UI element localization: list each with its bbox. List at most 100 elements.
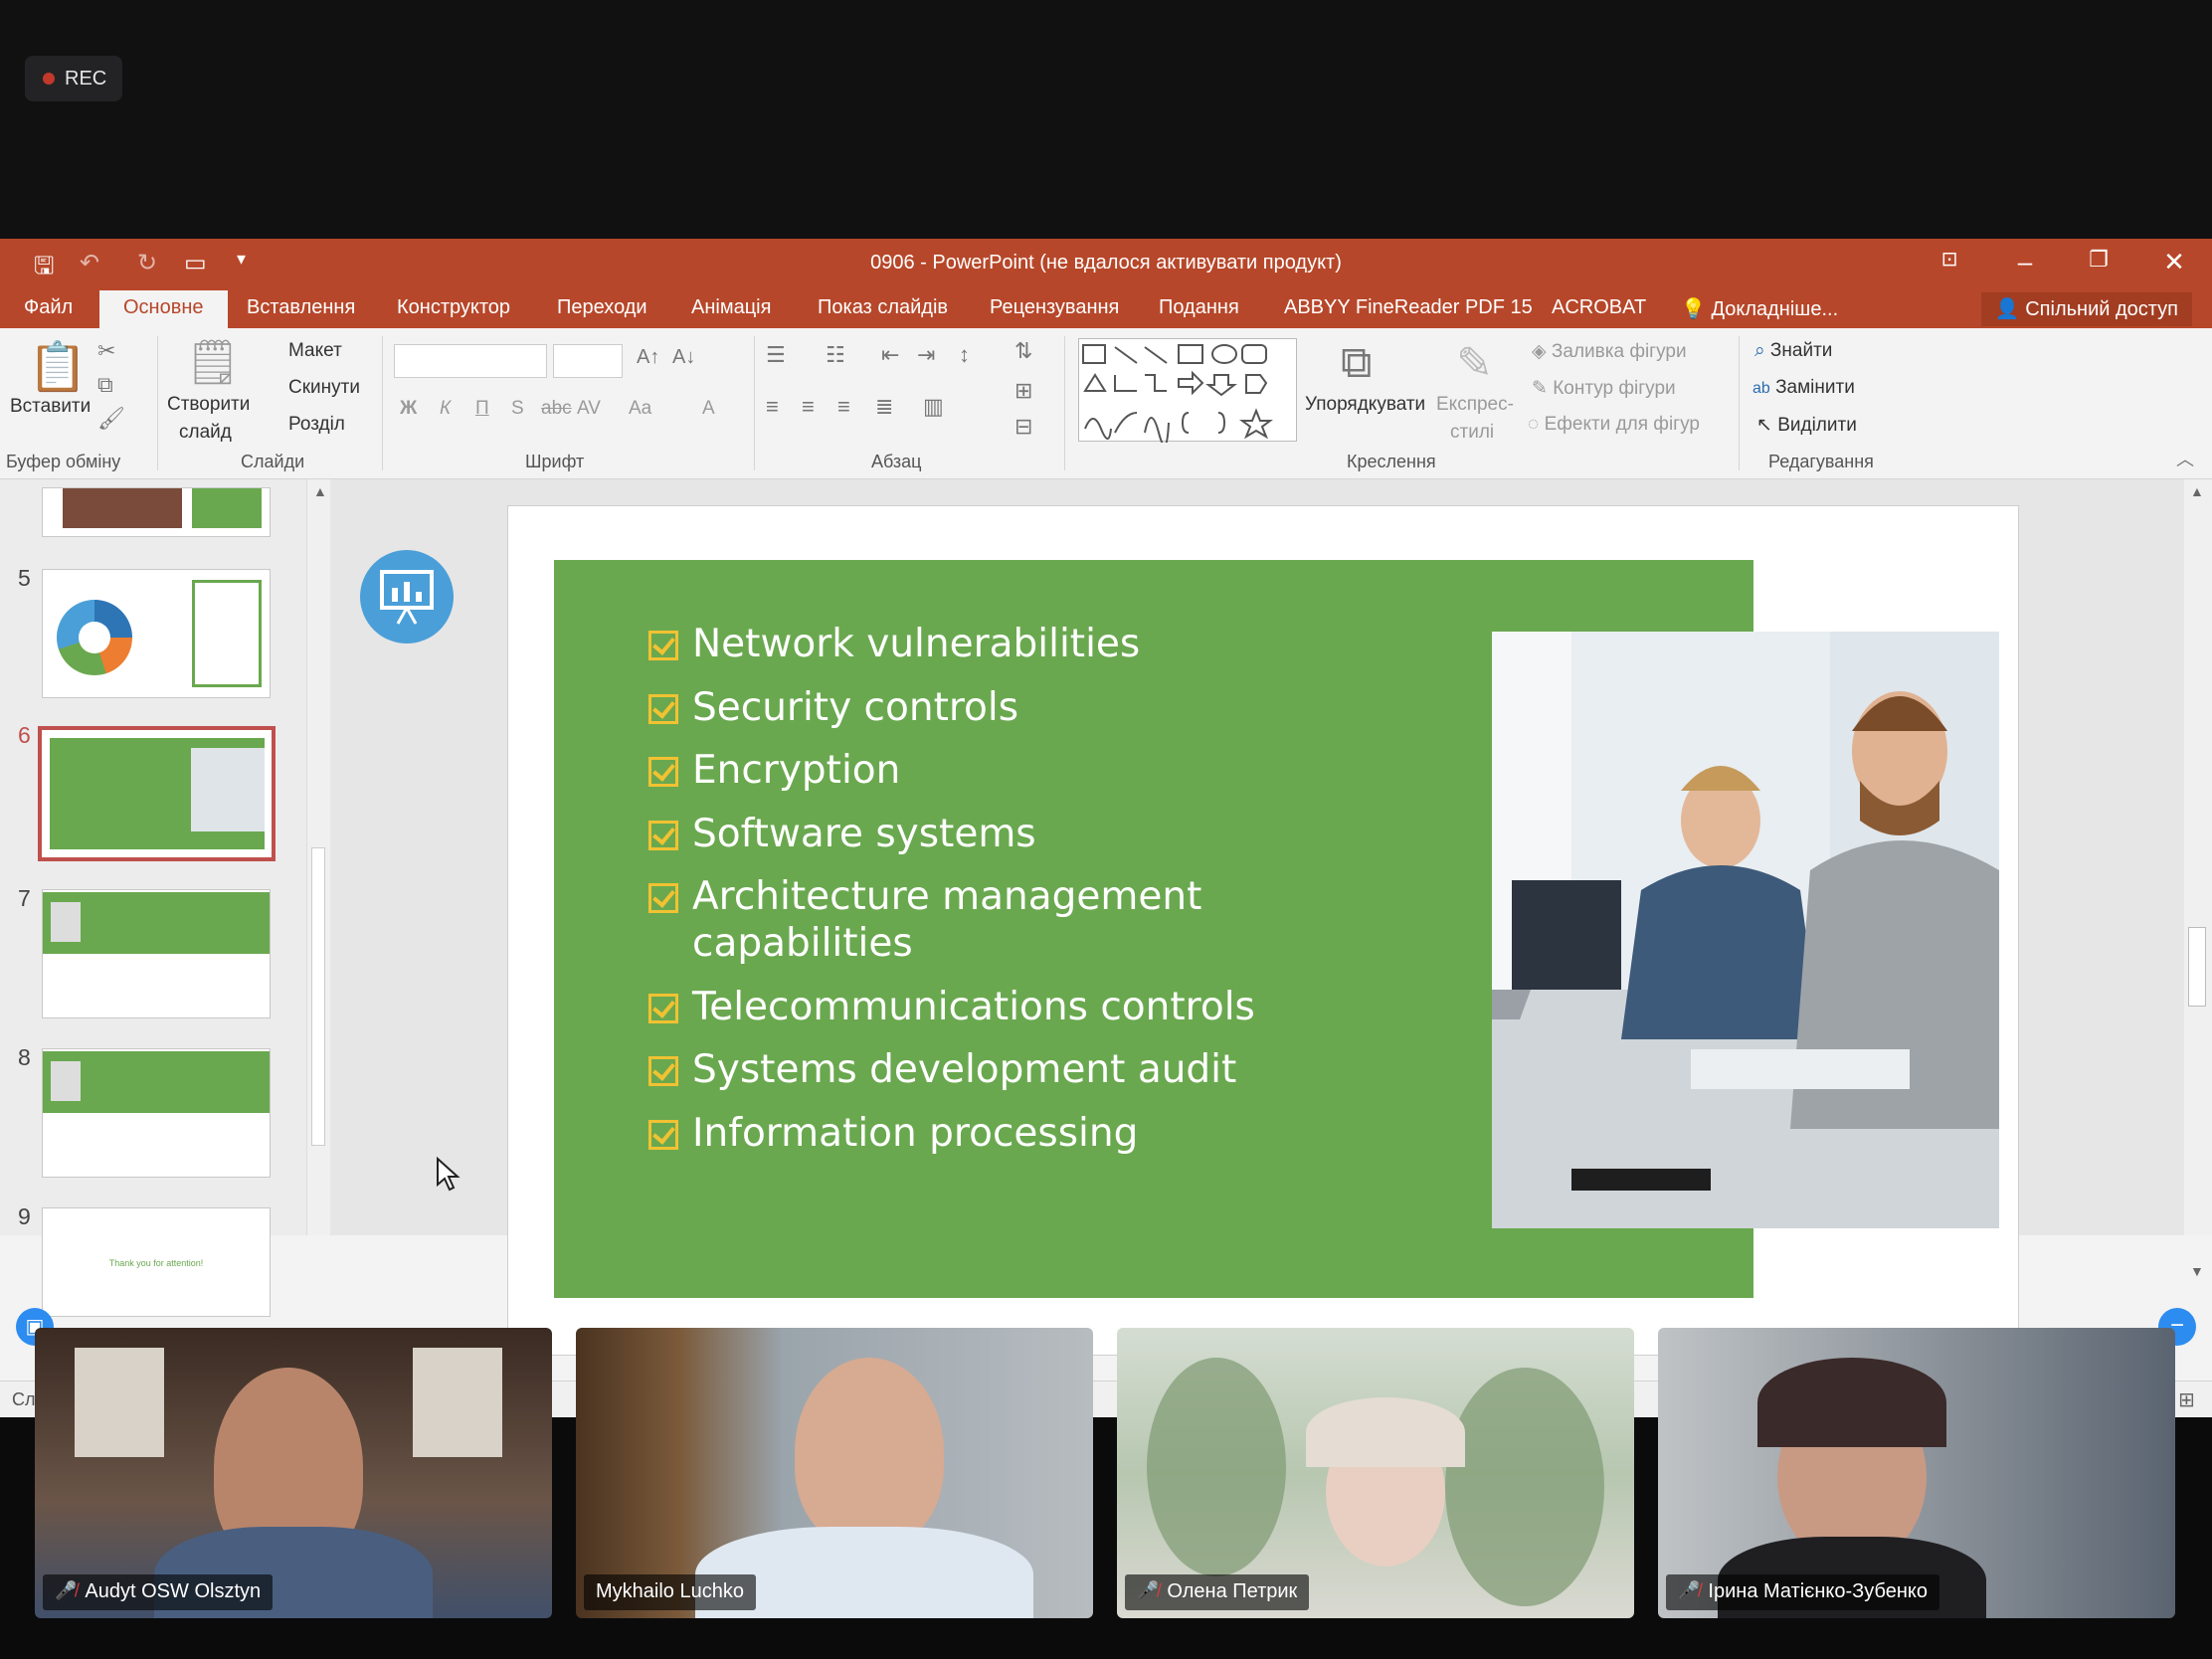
shape-effects-button[interactable]: ◌ Ефекти для фігур [1528,414,1700,436]
effects-icon: ◌ [1528,414,1540,435]
presenter-chart-icon [360,550,454,644]
shape-effects-label: Ефекти для фігур [1544,414,1700,435]
slide-thumbnail-5[interactable] [42,569,271,698]
columns-icon[interactable]: ▥ [923,394,944,420]
paste-icon[interactable]: 📋 [28,338,88,395]
replace-button[interactable]: ab Замінити [1752,377,1855,399]
quick-styles-button-line2[interactable]: стилі [1450,422,1494,444]
video-tile[interactable]: 🎤̸ Ірина Матієнко-Зубенко [1658,1328,2175,1618]
quick-styles-icon[interactable]: ✎ [1456,338,1493,389]
change-case-button[interactable]: Aa [629,398,651,420]
slide-scrollbar[interactable]: ▲ ▼ [2184,479,2212,1279]
recording-label: REC [65,67,107,90]
video-tile[interactable]: Mykhailo Luchko [576,1328,1093,1618]
underline-button[interactable]: П [475,398,489,420]
tab-view[interactable]: Подання [1159,296,1239,319]
bullet-text: Information processing [692,1111,1139,1156]
align-center-icon[interactable]: ≡ [802,394,815,420]
restore-button[interactable]: ❐ [2079,247,2119,273]
tab-review[interactable]: Рецензування [990,296,1119,319]
participant-name: Mykhailo Luchko [596,1580,744,1602]
align-left-icon[interactable]: ≡ [766,394,779,420]
shrink-font-icon[interactable]: A↓ [672,346,695,369]
font-size-input[interactable] [553,344,623,378]
new-slide-icon[interactable]: 🗒 [185,336,241,388]
divider [754,336,755,470]
slide-thumbnail-6-selected[interactable] [38,726,276,861]
char-spacing-button[interactable]: AV [577,398,601,420]
participant-name-tag: Mykhailo Luchko [584,1574,756,1610]
tab-tell-me[interactable]: 💡 Докладніше... [1681,296,1838,321]
tab-transitions[interactable]: Переходи [557,296,647,319]
ribbon-display-options-icon[interactable]: ⊡ [1930,247,1969,272]
shape-outline-button[interactable]: ✎ Контур фігури [1532,377,1676,400]
tab-design[interactable]: Конструктор [397,296,510,319]
shape-fill-button[interactable]: ◈ Заливка фігури [1532,340,1687,363]
grow-font-icon[interactable]: A↑ [637,346,659,369]
scroll-down-icon[interactable]: ▼ [2190,1263,2204,1279]
slide-thumbnail-9[interactable]: Thank you for attention! [42,1207,271,1317]
new-slide-button-line2[interactable]: слайд [179,422,232,444]
shadow-button[interactable]: S [511,398,524,420]
tab-file[interactable]: Файл [24,296,73,319]
select-button[interactable]: ↖ Виділити [1756,414,1857,437]
justify-icon[interactable]: ≣ [875,394,893,420]
section-button[interactable]: Розділ [288,414,345,436]
align-text-icon[interactable]: ⊞ [1014,378,1032,404]
bold-button[interactable]: Ж [400,398,417,420]
cut-icon[interactable]: ✂ [97,338,115,364]
copy-icon[interactable]: ⧉ [97,372,113,398]
video-tile[interactable]: 🎤̸ Олена Петрик [1117,1328,1634,1618]
tab-animations[interactable]: Анімація [691,296,771,319]
fit-to-window-icon[interactable]: ⊞ [2178,1387,2195,1412]
window-title: 0906 - PowerPoint (не вдалося активувати… [870,252,1342,274]
scrollbar-thumb[interactable] [311,847,325,1146]
video-tile[interactable]: 🎤̸ Audyt OSW Olsztyn [35,1328,552,1618]
checkbox-icon [648,631,678,660]
tab-acrobat[interactable]: ACROBAT [1552,296,1646,319]
divider [1739,336,1740,470]
slide-bullet: Security controls [648,684,1018,731]
numbering-icon[interactable]: ☷ [826,342,845,368]
decrease-indent-icon[interactable]: ⇤ [881,342,899,368]
arrange-button[interactable]: Упорядкувати [1305,394,1425,416]
arrange-icon[interactable]: ⧉ [1341,338,1372,388]
scrollbar-thumb[interactable] [2188,927,2206,1007]
tab-slideshow[interactable]: Показ слайдів [818,296,948,319]
slide-thumbnail-8[interactable] [42,1048,271,1178]
shapes-gallery[interactable] [1078,338,1297,447]
bullets-icon[interactable]: ☰ [766,342,786,368]
divider [1064,336,1065,470]
scroll-up-icon[interactable]: ▲ [313,483,327,499]
new-slide-button[interactable]: Створити [167,394,250,416]
italic-button[interactable]: К [440,398,451,420]
minimize-button[interactable]: – [2005,247,2045,277]
thumbnails-scrollbar[interactable]: ▲ [306,479,330,1235]
font-name-input[interactable] [394,344,547,378]
strikethrough-button[interactable]: abc [541,398,572,420]
quick-styles-button[interactable]: Експрес- [1436,394,1514,416]
layout-button[interactable]: Макет [288,340,342,362]
scroll-up-icon[interactable]: ▲ [2190,483,2204,499]
slide-thumbnail-4[interactable] [42,487,271,537]
find-button[interactable]: ⌕ Знайти [1754,340,1832,362]
tab-home[interactable]: Основне [99,290,228,328]
font-color-button[interactable]: A [702,398,715,420]
align-right-icon[interactable]: ≡ [837,394,850,420]
format-painter-icon[interactable]: 🖌 [97,406,125,432]
smartart-icon[interactable]: ⊟ [1014,414,1032,440]
close-button[interactable]: ✕ [2154,247,2194,277]
paste-button[interactable]: Вставити [10,396,91,418]
reset-button[interactable]: Скинути [288,377,360,399]
line-spacing-icon[interactable]: ↕ [959,342,970,368]
tab-insert[interactable]: Вставлення [247,296,355,319]
ribbon-tabs: Файл Основне Вставлення Конструктор Пере… [0,288,2212,328]
increase-indent-icon[interactable]: ⇥ [917,342,935,368]
share-button[interactable]: 👤 Спільний доступ [1980,292,2192,326]
status-text: Сл [12,1389,36,1409]
tab-abbyy[interactable]: ABBYY FineReader PDF 15 [1284,296,1533,319]
slide-thumbnail-7[interactable] [42,889,271,1018]
slide-bullet: Systems development audit [648,1046,1236,1093]
collapse-ribbon-icon[interactable]: ︿ [2176,446,2194,471]
text-direction-icon[interactable]: ⇅ [1014,338,1032,364]
